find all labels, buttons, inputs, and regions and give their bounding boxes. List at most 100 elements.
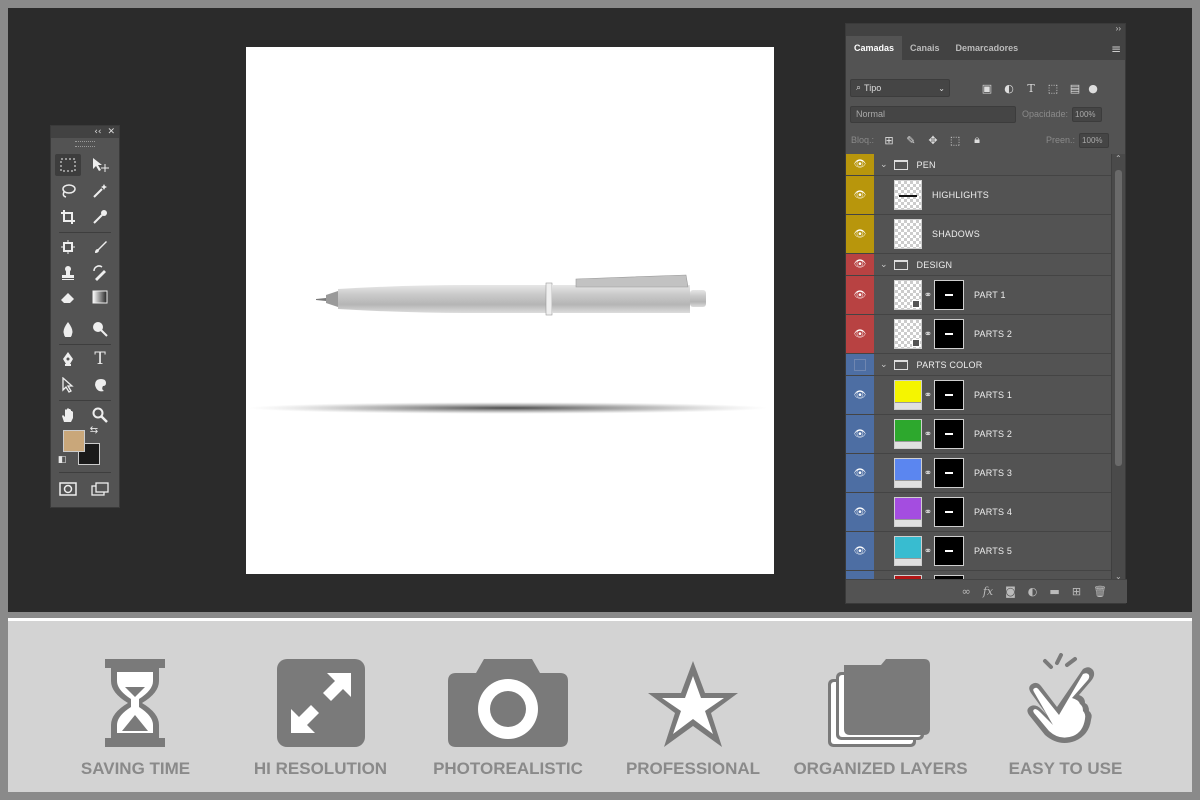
visibility-eye-icon[interactable]: 👁︎	[846, 454, 874, 492]
mask-link-icon[interactable]: ⚭	[922, 390, 934, 401]
layer-row[interactable]: 👁︎ ⚭ PART 1	[846, 276, 1112, 315]
layer-row[interactable]: 👁︎ ⚭ PARTS 1	[846, 376, 1112, 415]
screen-mode-icon[interactable]	[87, 478, 113, 500]
document-canvas[interactable]	[246, 47, 774, 574]
new-group-icon[interactable]: ▬	[1049, 585, 1059, 598]
adjustment-layer-icon[interactable]: ◐	[1028, 585, 1038, 598]
magic-wand-icon[interactable]	[87, 180, 113, 202]
fill-color-thumbnail[interactable]	[894, 380, 922, 410]
custom-shape-icon[interactable]	[87, 374, 113, 396]
fill-color-thumbnail[interactable]	[894, 497, 922, 527]
foreground-color-swatch[interactable]	[63, 430, 85, 452]
visibility-eye-icon[interactable]: 👁︎	[846, 532, 874, 570]
layer-mask-thumbnail[interactable]	[934, 319, 964, 349]
group-expand-chevron-icon[interactable]: ⌄	[880, 260, 888, 270]
crop-tool-icon[interactable]	[55, 206, 81, 228]
visibility-eye-icon[interactable]: 👁︎	[846, 154, 874, 175]
collapse-icon[interactable]: ‹‹	[94, 127, 101, 137]
filter-pixel-icon[interactable]: ▣	[976, 82, 998, 95]
stamp-tool-icon[interactable]	[55, 262, 81, 284]
lock-all-icon[interactable]: 🔒︎	[966, 133, 988, 147]
layers-scrollbar[interactable]: ⌃ ⌄	[1111, 154, 1125, 581]
visibility-eye-icon[interactable]: 👁︎	[846, 176, 874, 214]
visibility-eye-icon[interactable]: 👁︎	[846, 493, 874, 531]
zoom-tool-icon[interactable]	[87, 404, 113, 426]
gradient-tool-icon[interactable]	[87, 286, 113, 308]
lock-pixels-icon[interactable]: ✎	[900, 134, 922, 147]
layer-mask-thumbnail[interactable]	[934, 280, 964, 310]
layer-group-row[interactable]: ⌄ PARTS COLOR	[846, 354, 1112, 376]
tab-camadas[interactable]: Camadas	[846, 36, 903, 60]
tab-demarcadores[interactable]: Demarcadores	[948, 36, 1027, 60]
layer-row[interactable]: 👁︎ SHADOWS	[846, 215, 1112, 254]
dodge-tool-icon[interactable]	[87, 318, 113, 340]
lock-position-icon[interactable]: ✥	[922, 134, 944, 147]
mask-link-icon[interactable]: ⚭	[922, 429, 934, 440]
panel-menu-icon[interactable]: ≡	[1111, 42, 1121, 56]
visibility-eye-icon[interactable]	[846, 354, 874, 375]
visibility-eye-icon[interactable]: 👁︎	[846, 415, 874, 453]
link-layers-icon[interactable]: ∞	[962, 585, 971, 598]
filter-adjustment-icon[interactable]: ◐	[998, 82, 1020, 95]
drag-handle[interactable]	[75, 141, 95, 147]
new-layer-icon[interactable]: ⊞	[1072, 585, 1081, 598]
filter-type-icon[interactable]: T	[1020, 82, 1042, 95]
lock-artboard-icon[interactable]: ⬚	[944, 134, 966, 147]
layer-mask-thumbnail[interactable]	[934, 419, 964, 449]
panel-collapse-icon[interactable]: ››	[846, 24, 1125, 34]
layer-mask-thumbnail[interactable]	[934, 497, 964, 527]
layer-mask-thumbnail[interactable]	[934, 536, 964, 566]
filter-kind-dropdown[interactable]: ⌕ Tipo ⌄	[850, 79, 950, 97]
trash-icon[interactable]: 🗑︎	[1093, 585, 1107, 598]
visibility-eye-icon[interactable]: 👁︎	[846, 215, 874, 253]
mask-link-icon[interactable]: ⚭	[922, 329, 934, 340]
blend-mode-dropdown[interactable]: Normal	[850, 105, 1016, 123]
layer-group-row[interactable]: 👁︎ ⌄ DESIGN	[846, 254, 1112, 276]
fill-input[interactable]: 100%	[1079, 132, 1110, 148]
layer-list[interactable]: 👁︎ ⌄ PEN 👁︎ HIGHLIGHTS 👁︎ SHADOWS 👁︎ ⌄ DESIGN 👁︎ ⚭ P…	[846, 154, 1112, 581]
visibility-eye-icon[interactable]: 👁︎	[846, 315, 874, 353]
fill-color-thumbnail[interactable]	[894, 458, 922, 488]
swap-colors-icon[interactable]: ⇆	[87, 424, 101, 436]
type-tool-icon[interactable]: T	[87, 348, 113, 370]
layer-row[interactable]: 👁︎ ⚭ PARTS 4	[846, 493, 1112, 532]
eraser-icon[interactable]	[55, 286, 81, 308]
default-colors-icon[interactable]: ◧	[55, 454, 69, 466]
visibility-eye-icon[interactable]: 👁︎	[846, 376, 874, 414]
filter-shape-icon[interactable]: ⬚	[1042, 82, 1064, 95]
quick-mask-icon[interactable]	[55, 478, 81, 500]
blur-tool-icon[interactable]	[55, 318, 81, 340]
group-expand-chevron-icon[interactable]: ⌄	[880, 360, 888, 370]
layer-row[interactable]: 👁︎ ⚭ PARTS 2	[846, 315, 1112, 354]
marquee-tool-icon[interactable]	[55, 154, 81, 176]
hand-tool-icon[interactable]	[55, 404, 81, 426]
close-icon[interactable]: ✕	[107, 127, 115, 137]
lock-transparent-icon[interactable]: ⊞	[878, 134, 900, 147]
lasso-tool-icon[interactable]	[55, 180, 81, 202]
layer-mask-thumbnail[interactable]	[934, 380, 964, 410]
layer-row[interactable]: 👁︎ ⚭ PARTS 5	[846, 532, 1112, 571]
history-brush-icon[interactable]	[87, 262, 113, 284]
smart-object-thumbnail[interactable]	[894, 280, 922, 310]
tab-canais[interactable]: Canais	[902, 36, 948, 60]
filter-toggle-icon[interactable]: ●	[1086, 82, 1100, 95]
move-tool-icon[interactable]	[87, 154, 113, 176]
layer-group-row[interactable]: 👁︎ ⌄ PEN	[846, 154, 1112, 176]
mask-link-icon[interactable]: ⚭	[922, 546, 934, 557]
scrollbar-thumb[interactable]	[1115, 170, 1122, 466]
eyedropper-icon[interactable]	[87, 206, 113, 228]
layer-row[interactable]: 👁︎ ⚭ PARTS 2	[846, 415, 1112, 454]
mask-link-icon[interactable]: ⚭	[922, 468, 934, 479]
path-selection-icon[interactable]	[55, 374, 81, 396]
add-mask-icon[interactable]: ◙	[1005, 585, 1016, 598]
visibility-eye-icon[interactable]: 👁︎	[846, 276, 874, 314]
layer-row[interactable]: 👁︎ ⚭ PARTS 3	[846, 454, 1112, 493]
group-expand-chevron-icon[interactable]: ⌄	[880, 160, 888, 170]
fill-color-thumbnail[interactable]	[894, 536, 922, 566]
layer-row[interactable]: 👁︎ HIGHLIGHTS	[846, 176, 1112, 215]
scroll-up-icon[interactable]: ⌃	[1115, 154, 1122, 163]
layer-mask-thumbnail[interactable]	[934, 458, 964, 488]
smart-object-thumbnail[interactable]	[894, 319, 922, 349]
mask-link-icon[interactable]: ⚭	[922, 507, 934, 518]
opacity-input[interactable]: 100%	[1072, 106, 1103, 122]
